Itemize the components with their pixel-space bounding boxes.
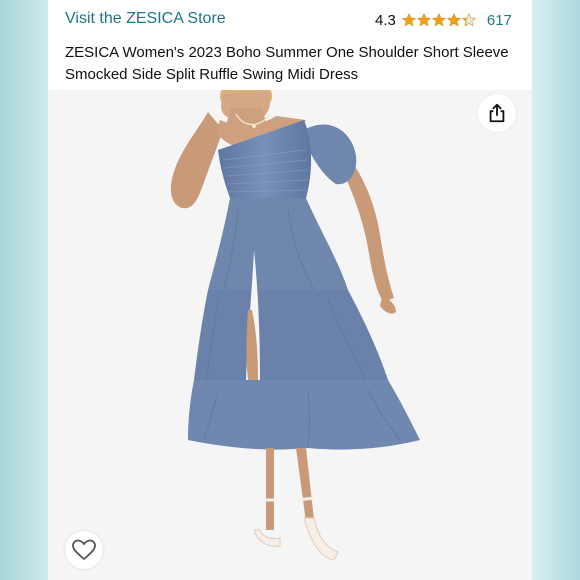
sandal-left [253,529,281,547]
star-icon [431,13,446,27]
heart-outline-icon [72,539,96,560]
star-icon [461,13,476,27]
arm-left [170,112,223,209]
skirt-tier-1 [208,198,348,290]
star-rating [401,13,477,27]
star-icon [401,13,416,27]
star-icon [416,13,431,27]
rating-value: 4.3 [375,11,396,29]
star-icon [446,13,461,27]
puff-sleeve [304,124,357,185]
product-title: ZESICA Women's 2023 Boho Summer One Shou… [65,44,509,83]
skirt-ruffle [188,380,420,450]
product-header: Visit the ZESICA Store 4.3 617 ZESICA Wo… [48,0,532,90]
product-image[interactable] [48,90,532,580]
product-card: Visit the ZESICA Store 4.3 617 ZESICA Wo… [48,0,532,580]
leg-right [296,448,314,522]
rating-summary[interactable]: 4.3 617 [375,10,512,30]
share-button[interactable] [478,94,516,132]
store-link[interactable]: Visit the ZESICA Store [65,10,226,28]
sandal-right [303,517,339,561]
review-count[interactable]: 617 [487,12,512,29]
leg-left [266,448,274,530]
favorite-button[interactable] [65,531,103,569]
arm-right [344,168,394,302]
share-icon [489,103,505,123]
